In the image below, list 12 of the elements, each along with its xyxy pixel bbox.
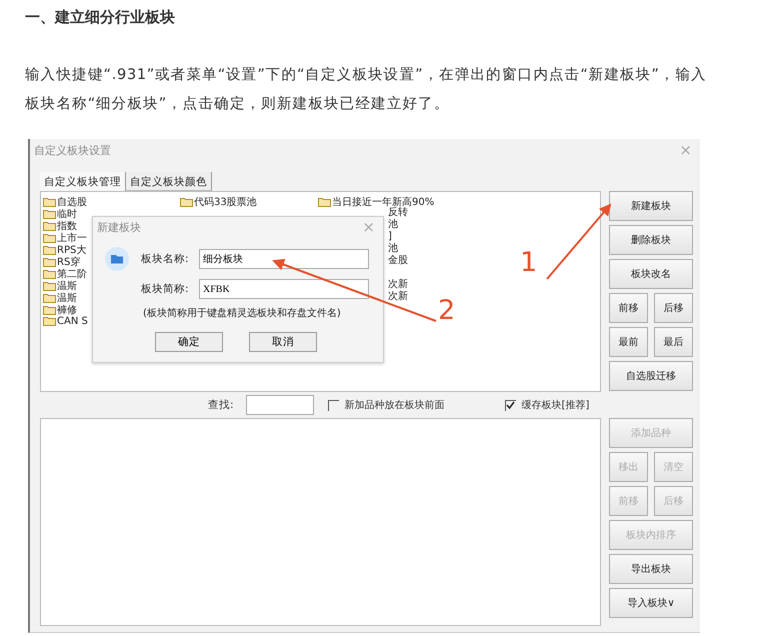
field-label: 板块名称: xyxy=(141,252,190,266)
search-label: 查找: xyxy=(208,398,234,412)
instruction-paragraph: 输入快捷键“.931”或者菜单“设置”下的“自定义板块设置”，在弹出的窗口内点击“新建板块”，输入板块名称“细分板块”，点击确定，则新建板块已经建立好了。 xyxy=(25,66,708,114)
section-heading: 一、建立细分行业板块 xyxy=(25,7,176,28)
checkbox-label: 缓存板块[推荐] xyxy=(522,398,590,412)
field-label: 板块简称: xyxy=(141,282,190,296)
annotation-number: 1 xyxy=(520,247,538,278)
checkbox-label: 新加品种放在板块前面 xyxy=(344,398,445,412)
dialog-title: 新建板块 xyxy=(97,220,141,234)
hint-text: (板块简称用于键盘精灵选板块和存盘文件名) xyxy=(143,306,341,320)
annotation-number: 2 xyxy=(438,295,456,326)
window-title: 自定义板块设置 xyxy=(34,142,111,158)
